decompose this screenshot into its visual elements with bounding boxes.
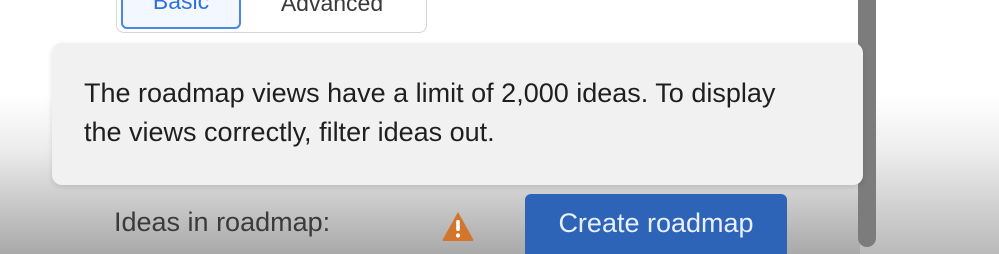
tooltip-message: The roadmap views have a limit of 2,000 … bbox=[84, 78, 776, 147]
warning-icon[interactable] bbox=[441, 210, 475, 242]
mode-toggle: Basic Advanced bbox=[116, 0, 427, 33]
right-pane bbox=[860, 0, 999, 254]
advanced-tab[interactable]: Advanced bbox=[247, 0, 417, 29]
limit-tooltip: The roadmap views have a limit of 2,000 … bbox=[52, 43, 863, 185]
ideas-in-roadmap-label: Ideas in roadmap: bbox=[114, 207, 331, 237]
create-roadmap-button[interactable]: Create roadmap bbox=[525, 194, 787, 254]
basic-tab[interactable]: Basic bbox=[121, 0, 241, 29]
